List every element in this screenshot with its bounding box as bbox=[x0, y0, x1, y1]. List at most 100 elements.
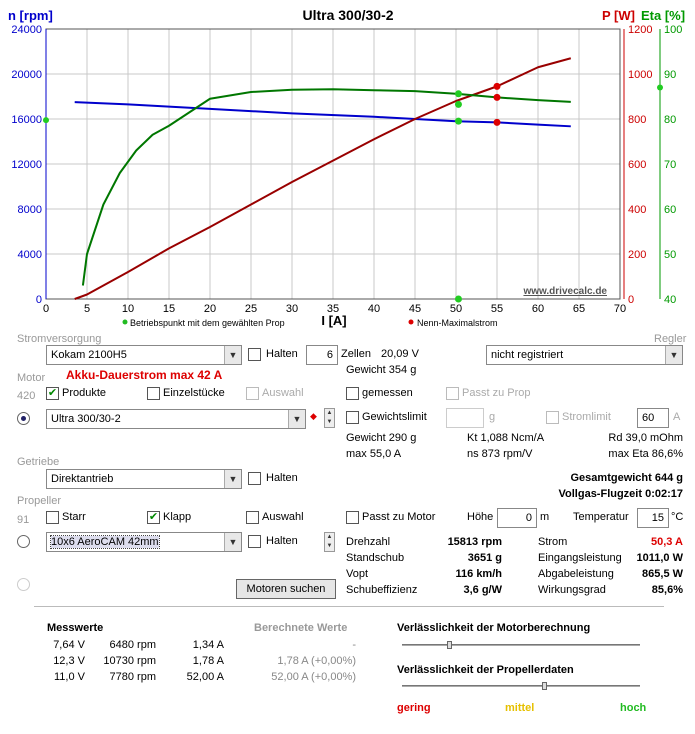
messwerte-cell: 1,34 A bbox=[192, 639, 224, 651]
x-tick-label: 50 bbox=[450, 303, 462, 315]
legend-right: Nenn-Maximalstrom bbox=[417, 318, 498, 328]
starr-label: Starr bbox=[62, 511, 86, 523]
x-tick-label: 0 bbox=[43, 303, 49, 315]
motor-auswahl-label: Auswahl bbox=[262, 387, 304, 399]
operating-point bbox=[454, 117, 462, 125]
legend-marker-red bbox=[408, 319, 414, 325]
getriebe-value: Direktantrieb bbox=[51, 473, 114, 485]
max-current-point bbox=[493, 82, 501, 90]
chevron-down-icon: ▼ bbox=[224, 470, 241, 488]
schubeffizienz-label: Schubeffizienz bbox=[346, 584, 418, 596]
passt-prop-checkbox bbox=[446, 387, 459, 400]
eta-tick-label: 60 bbox=[664, 204, 676, 216]
propeller-auswahl-checkbox[interactable] bbox=[246, 511, 259, 524]
vopt-value: 116 km/h bbox=[455, 568, 502, 580]
klapp-label: Klapp bbox=[163, 511, 192, 523]
propeller-halten-label: Halten bbox=[266, 535, 298, 547]
standschub-value: 3651 g bbox=[467, 552, 502, 564]
messwerte-cell: 1,78 A bbox=[192, 655, 224, 667]
passt-motor-checkbox[interactable] bbox=[346, 511, 359, 524]
rpm-tick-label: 12000 bbox=[11, 159, 42, 171]
messwerte-cell: 6480 rpm bbox=[109, 639, 156, 651]
battery-value: Kokam 2100H5 bbox=[51, 349, 127, 361]
klapp-checkbox[interactable]: ✔ bbox=[147, 511, 160, 524]
regler-select[interactable]: nicht registriert ▼ bbox=[486, 345, 683, 365]
x-tick-label: 60 bbox=[532, 303, 544, 315]
vollgas-flugzeit: Vollgas-Flugzeit 0:02:17 bbox=[558, 488, 684, 500]
produkte-label: Produkte bbox=[62, 387, 107, 399]
abgabeleistung-value: 865,5 W bbox=[642, 568, 683, 580]
temperatur-unit: °C bbox=[671, 511, 684, 523]
operating-point bbox=[454, 295, 462, 303]
watermark: www.drivecalc.de bbox=[522, 286, 607, 297]
propeller-select[interactable]: 10x6 AeroCAM 42mm ▼ bbox=[46, 532, 242, 552]
einzelstuecke-label: Einzelstücke bbox=[163, 387, 225, 399]
p-tick-label: 800 bbox=[628, 114, 646, 126]
edge-marker bbox=[43, 117, 49, 124]
motoren-suchen-button[interactable]: Motoren suchen bbox=[236, 579, 336, 599]
strom-label: Strom bbox=[538, 536, 568, 548]
chevron-down-icon: ▼ bbox=[288, 410, 305, 428]
propeller-spinner[interactable]: ▲ ▼ bbox=[324, 532, 335, 552]
chart-title: Ultra 300/30-2 bbox=[302, 7, 393, 23]
gemessen-label: gemessen bbox=[362, 387, 413, 399]
rpm-axis-label: n [rpm] bbox=[8, 8, 53, 23]
motor-select[interactable]: Ultra 300/30-2 ▼ bbox=[46, 409, 306, 429]
battery-halten-checkbox[interactable] bbox=[248, 348, 261, 361]
propeller-radio[interactable] bbox=[17, 535, 30, 548]
messwerte-cell: 12,3 V bbox=[53, 655, 85, 667]
x-tick-label: 45 bbox=[409, 303, 421, 315]
stromlimit-unit: A bbox=[673, 411, 681, 423]
stromlimit-input[interactable]: 60 bbox=[637, 408, 669, 428]
wirkungsgrad-value: 85,6% bbox=[651, 584, 683, 596]
p-tick-label: 200 bbox=[628, 249, 646, 261]
propeller-halten-checkbox[interactable] bbox=[248, 535, 261, 548]
motor-auswahl-checkbox bbox=[246, 387, 259, 400]
gewichtslimit-checkbox[interactable] bbox=[346, 411, 359, 424]
section-propeller: Propeller bbox=[17, 495, 62, 507]
section-getriebe: Getriebe bbox=[17, 456, 60, 468]
x-tick-label: 15 bbox=[163, 303, 175, 315]
x-tick-label: 30 bbox=[286, 303, 298, 315]
prop-reliability-title: Verlässlichkeit der Propellerdaten bbox=[397, 664, 574, 676]
rpm-tick-label: 8000 bbox=[18, 204, 42, 216]
produkte-checkbox[interactable]: ✔ bbox=[46, 387, 59, 400]
motor-radio[interactable] bbox=[17, 412, 30, 425]
hoehe-input[interactable]: 0 bbox=[497, 508, 537, 528]
edge-marker bbox=[657, 84, 663, 91]
x-tick-label: 25 bbox=[245, 303, 257, 315]
hoehe-unit: m bbox=[540, 511, 550, 523]
x-tick-label: 55 bbox=[491, 303, 503, 315]
drehzahl-label: Drehzahl bbox=[346, 536, 391, 548]
max-current-point bbox=[493, 118, 501, 126]
x-tick-label: 40 bbox=[368, 303, 380, 315]
messwerte-title: Messwerte bbox=[47, 622, 104, 634]
max-current-point bbox=[493, 93, 501, 101]
battery-voltage: 20,09 V bbox=[381, 348, 419, 360]
eta-tick-label: 80 bbox=[664, 114, 676, 126]
prop-reliability-slider bbox=[402, 682, 640, 690]
messwerte-cell: - bbox=[352, 639, 356, 651]
operating-point bbox=[454, 90, 462, 98]
rpm-tick-label: 0 bbox=[36, 294, 42, 306]
standschub-label: Standschub bbox=[346, 552, 405, 564]
chart-area: 0 5 10 15 20 25 30 35 40 45 50 55 60 65 70 0 4000 8000 120… bbox=[0, 0, 695, 332]
zellen-label: Zellen bbox=[341, 348, 371, 360]
zellen-input[interactable]: 6 bbox=[306, 345, 338, 365]
berechnete-title: Berechnete Werte bbox=[254, 622, 348, 634]
messwerte-cell: 1,78 A (+0,00%) bbox=[277, 655, 356, 667]
messwerte-cell: 7,64 V bbox=[53, 639, 85, 651]
eingangsleistung-value: 1011,0 W bbox=[636, 552, 683, 564]
battery-select[interactable]: Kokam 2100H5 ▼ bbox=[46, 345, 242, 365]
battery-weight: Gewicht 354 g bbox=[346, 364, 417, 376]
getriebe-halten-checkbox[interactable] bbox=[248, 472, 261, 485]
starr-checkbox[interactable] bbox=[46, 511, 59, 524]
getriebe-select[interactable]: Direktantrieb ▼ bbox=[46, 469, 242, 489]
einzelstuecke-checkbox[interactable] bbox=[147, 387, 160, 400]
gemessen-checkbox[interactable] bbox=[346, 387, 359, 400]
motor-spinner[interactable]: ▲ ▼ bbox=[324, 408, 335, 428]
temperatur-input[interactable]: 15 bbox=[637, 508, 669, 528]
getriebe-halten-label: Halten bbox=[266, 472, 298, 484]
eta-tick-label: 90 bbox=[664, 69, 676, 81]
messwerte-cell: 10730 rpm bbox=[103, 655, 156, 667]
